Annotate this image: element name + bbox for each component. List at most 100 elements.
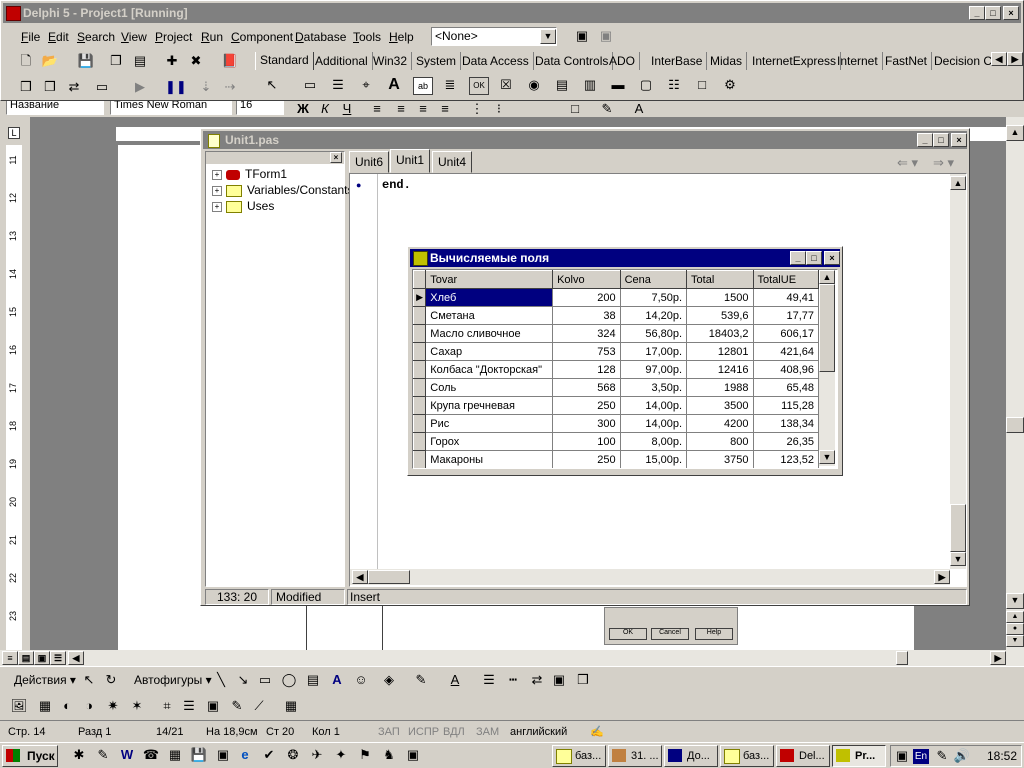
quicklaunch-icon[interactable]: 💾 — [190, 747, 208, 763]
start-button[interactable]: Пуск — [2, 745, 58, 767]
taskbar-item[interactable]: Del... — [776, 745, 830, 767]
table-cell[interactable]: 3750 — [686, 450, 754, 468]
tree-item-variables[interactable]: + Variables/Constants — [212, 182, 354, 198]
more-contrast-icon[interactable]: ◐ — [58, 698, 76, 714]
current-record-indicator[interactable]: ▶ — [413, 288, 427, 307]
menu-project[interactable]: Project — [155, 27, 192, 47]
open-icon[interactable]: 📂 — [41, 53, 59, 69]
table-cell[interactable]: 3,50р. — [620, 378, 688, 397]
checkbox-icon[interactable]: ☒ — [497, 77, 515, 93]
tree-item-uses[interactable]: + Uses — [212, 198, 274, 214]
scrollbar-icon[interactable]: ▬ — [609, 77, 627, 93]
crop-icon[interactable]: ⌗ — [158, 698, 176, 714]
close-icon[interactable]: × — [330, 152, 342, 163]
view-unit-icon[interactable]: ❒ — [17, 79, 35, 95]
oval-icon[interactable]: ◯ — [280, 672, 298, 688]
line-style-icon[interactable]: ☰ — [180, 698, 198, 714]
save-desktop-icon[interactable]: ▣ — [573, 28, 591, 44]
mainmenu-icon[interactable]: ▭ — [301, 77, 319, 93]
frames-icon[interactable]: ⌖ — [357, 77, 375, 93]
label-icon[interactable]: A — [385, 77, 403, 93]
chevron-down-icon[interactable]: ▼ — [540, 29, 556, 44]
expand-icon[interactable]: + — [212, 201, 222, 212]
record-indicator[interactable] — [413, 396, 427, 415]
record-indicator[interactable] — [413, 432, 427, 451]
maximize-button[interactable]: □ — [985, 6, 1001, 20]
clipart-icon[interactable]: ☺ — [352, 672, 370, 688]
open-project-icon[interactable]: ▤ — [131, 53, 149, 69]
taskbar-item-active[interactable]: Pr... — [832, 745, 886, 767]
line-color-icon[interactable]: ✎ — [412, 672, 430, 688]
style-combo[interactable]: Название — [6, 101, 104, 115]
scroll-thumb[interactable] — [368, 570, 410, 584]
fill-color-icon[interactable]: ◈ — [380, 672, 398, 688]
column-header[interactable]: Total — [686, 270, 754, 289]
font-combo[interactable]: Times New Roman — [110, 101, 232, 115]
palette-scroll-left-icon[interactable]: ◀ — [991, 52, 1007, 66]
table-cell[interactable]: 49,41 — [753, 288, 820, 307]
insert-picture-icon[interactable]: 🖼 — [10, 698, 28, 714]
palette-tab-internetexpress[interactable]: InternetExpress — [748, 52, 842, 70]
outline-view-icon[interactable]: ☰ — [50, 651, 66, 665]
scroll-thumb[interactable] — [950, 504, 966, 552]
table-cell[interactable]: Горох — [425, 432, 554, 451]
rotate-icon[interactable]: ↻ — [102, 672, 120, 688]
help-book-icon[interactable]: 📕 — [221, 53, 239, 69]
table-cell[interactable]: 138,34 — [753, 414, 820, 433]
tree-item-tform1[interactable]: + TForm1 — [212, 166, 287, 182]
back-arrow-icon[interactable]: ⇐ ▾ — [897, 155, 918, 171]
debug-desktop-icon[interactable]: ▣ — [597, 28, 615, 44]
table-cell[interactable]: 115,28 — [753, 396, 820, 415]
less-contrast-icon[interactable]: ◑ — [80, 698, 98, 714]
scroll-left-icon[interactable]: ◀ — [352, 570, 368, 584]
column-header[interactable]: Kolvo — [552, 270, 621, 289]
clock[interactable]: 18:52 — [987, 749, 1017, 763]
record-indicator[interactable] — [413, 306, 427, 325]
table-cell[interactable]: Хлеб — [425, 288, 554, 307]
taskbar-item[interactable]: баз... — [552, 745, 606, 767]
pointer-icon[interactable]: ↖ — [263, 77, 281, 93]
align-right-icon[interactable]: ≡ — [414, 101, 432, 117]
table-cell[interactable]: Масло сливочное — [425, 324, 554, 343]
table-cell[interactable]: Колбаса "Докторская" — [425, 360, 554, 379]
rectangle-icon[interactable]: ▭ — [256, 672, 274, 688]
palette-tab-data-access[interactable]: Data Access — [458, 52, 534, 70]
word-icon[interactable]: W — [118, 747, 136, 763]
table-cell[interactable]: 14,20р. — [620, 306, 688, 325]
table-cell[interactable]: 300 — [552, 414, 621, 433]
palette-tab-additional[interactable]: Additional — [311, 52, 373, 70]
align-left-icon[interactable]: ≡ — [368, 101, 386, 117]
font-color-icon[interactable]: A — [630, 101, 648, 117]
table-row[interactable]: Соль 568 3,50р. 1988 65,48 — [413, 378, 820, 397]
table-cell[interactable]: 8,00р. — [620, 432, 688, 451]
normal-view-icon[interactable]: ≡ — [2, 651, 18, 665]
table-row[interactable]: Сметана 38 14,20р. 539,6 17,77 — [413, 306, 820, 325]
table-cell[interactable]: 250 — [552, 396, 621, 415]
table-cell[interactable]: Рис — [425, 414, 554, 433]
image-control-icon[interactable]: ▦ — [36, 698, 54, 714]
new-icon[interactable]: 🗋 — [17, 53, 35, 69]
table-cell[interactable]: 4200 — [686, 414, 754, 433]
table-cell[interactable]: 568 — [552, 378, 621, 397]
listbox-icon[interactable]: ▤ — [553, 77, 571, 93]
save-icon[interactable]: 💾 — [77, 53, 95, 69]
word-horizontal-scrollbar[interactable]: ≡ ▤ ▣ ☰ ◀ ▶ — [0, 650, 1024, 666]
scroll-right-icon[interactable]: ▶ — [934, 570, 950, 584]
table-cell[interactable]: Сметана — [425, 306, 554, 325]
bold-icon[interactable]: Ж — [294, 101, 312, 117]
scroll-down-icon[interactable]: ▼ — [1006, 593, 1024, 609]
italic-icon[interactable]: К — [316, 101, 334, 117]
size-combo[interactable]: 16 — [236, 101, 284, 115]
groupbox-icon[interactable]: ▢ — [637, 77, 655, 93]
scroll-down-icon[interactable]: ▼ — [950, 552, 966, 566]
quicklaunch-icon[interactable]: ✈ — [308, 747, 326, 763]
add-file-icon[interactable]: ✚ — [163, 53, 181, 69]
underline-icon[interactable]: Ч — [338, 101, 356, 117]
highlight-icon[interactable]: ✎ — [598, 101, 616, 117]
popupmenu-icon[interactable]: ☰ — [329, 77, 347, 93]
forward-arrow-icon[interactable]: ⇒ ▾ — [933, 155, 954, 171]
column-header[interactable]: Tovar — [425, 270, 554, 289]
arrow-style-icon[interactable]: ⇄ — [528, 672, 546, 688]
table-cell[interactable]: 1500 — [686, 288, 754, 307]
volume-icon[interactable]: 🔊 — [953, 748, 971, 764]
